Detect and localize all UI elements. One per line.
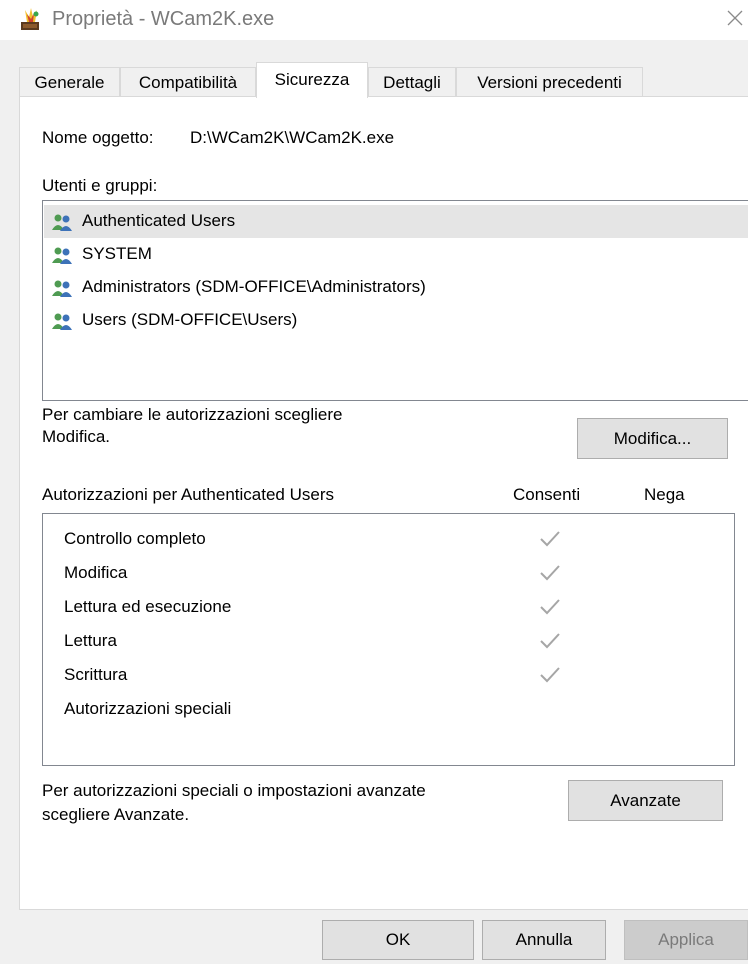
window-title: Proprietà - WCam2K.exe: [52, 8, 275, 30]
permission-row-controllo-completo: Controllo completo: [44, 522, 735, 556]
change-hint-line2: Modifica.: [42, 427, 111, 446]
permission-label: Modifica: [64, 563, 128, 582]
group-label: Authenticated Users: [82, 211, 236, 230]
check-icon: [540, 667, 560, 683]
deny-column-header: Nega: [644, 485, 685, 504]
group-row-users[interactable]: Users (SDM-OFFICE\Users): [44, 304, 748, 337]
object-name-label: Nome oggetto:: [42, 128, 154, 147]
permission-row-scrittura: Scrittura: [44, 658, 735, 692]
group-label: SYSTEM: [82, 244, 152, 263]
check-icon: [540, 565, 560, 581]
advanced-button[interactable]: Avanzate: [568, 780, 723, 821]
permission-label: Controllo completo: [64, 529, 206, 548]
permission-label: Scrittura: [64, 665, 128, 684]
permission-row-lettura: Lettura: [44, 624, 735, 658]
tab-generale[interactable]: Generale: [19, 67, 120, 97]
cancel-button[interactable]: Annulla: [482, 920, 606, 960]
tab-dettagli[interactable]: Dettagli: [368, 67, 456, 97]
check-icon: [540, 633, 560, 649]
ok-button[interactable]: OK: [322, 920, 474, 960]
permissions-listbox[interactable]: Controllo completo Modifica Lettura ed e…: [42, 513, 735, 766]
properties-icon: [21, 8, 39, 30]
allow-column-header: Consenti: [513, 485, 581, 504]
apply-button[interactable]: Applica: [624, 920, 748, 960]
group-row-authenticated-users[interactable]: Authenticated Users: [44, 205, 748, 238]
users-group-icon: [52, 313, 72, 330]
permission-label: Lettura ed esecuzione: [64, 597, 232, 616]
object-name-value: D:\WCam2K\WCam2K.exe: [190, 128, 395, 147]
groups-label: Utenti e gruppi:: [42, 176, 158, 195]
properties-dialog: Generale Compatibilità Sicurezza Dettagl…: [0, 40, 748, 964]
advanced-hint-line1: Per autorizzazioni speciali o impostazio…: [42, 781, 426, 800]
group-label: Administrators (SDM-OFFICE\Administrator…: [82, 277, 426, 296]
title-bar: Proprietà - WCam2K.exe: [0, 0, 748, 40]
permission-label: Lettura: [64, 631, 117, 650]
check-icon: [540, 599, 560, 615]
tab-compatibilita[interactable]: Compatibilità: [120, 67, 256, 97]
users-group-icon: [52, 247, 72, 264]
permission-label: Autorizzazioni speciali: [64, 699, 232, 718]
security-tab-page: Nome oggetto: D:\WCam2K\WCam2K.exe Utent…: [19, 96, 748, 910]
groups-listbox[interactable]: Authenticated Users SYSTEM Administrator…: [42, 200, 748, 401]
group-row-administrators[interactable]: Administrators (SDM-OFFICE\Administrator…: [44, 271, 748, 304]
users-group-icon: [52, 280, 72, 297]
change-hint-line1: Per cambiare le autorizzazioni scegliere: [42, 405, 343, 424]
permissions-header: Autorizzazioni per Authenticated Users: [42, 485, 334, 504]
group-label: Users (SDM-OFFICE\Users): [82, 310, 298, 329]
permission-row-modifica: Modifica: [44, 556, 735, 590]
tab-sicurezza[interactable]: Sicurezza: [256, 62, 368, 98]
close-icon[interactable]: [722, 5, 748, 31]
users-group-icon: [52, 214, 72, 231]
group-row-system[interactable]: SYSTEM: [44, 238, 748, 271]
advanced-hint-line2: scegliere Avanzate.: [42, 805, 190, 824]
permission-row-lettura-esecuzione: Lettura ed esecuzione: [44, 590, 735, 624]
permission-row-autorizzazioni-speciali: Autorizzazioni speciali: [44, 692, 735, 726]
check-icon: [540, 531, 560, 547]
tab-versioni-precedenti[interactable]: Versioni precedenti: [456, 67, 643, 97]
edit-permissions-button[interactable]: Modifica...: [577, 418, 728, 459]
